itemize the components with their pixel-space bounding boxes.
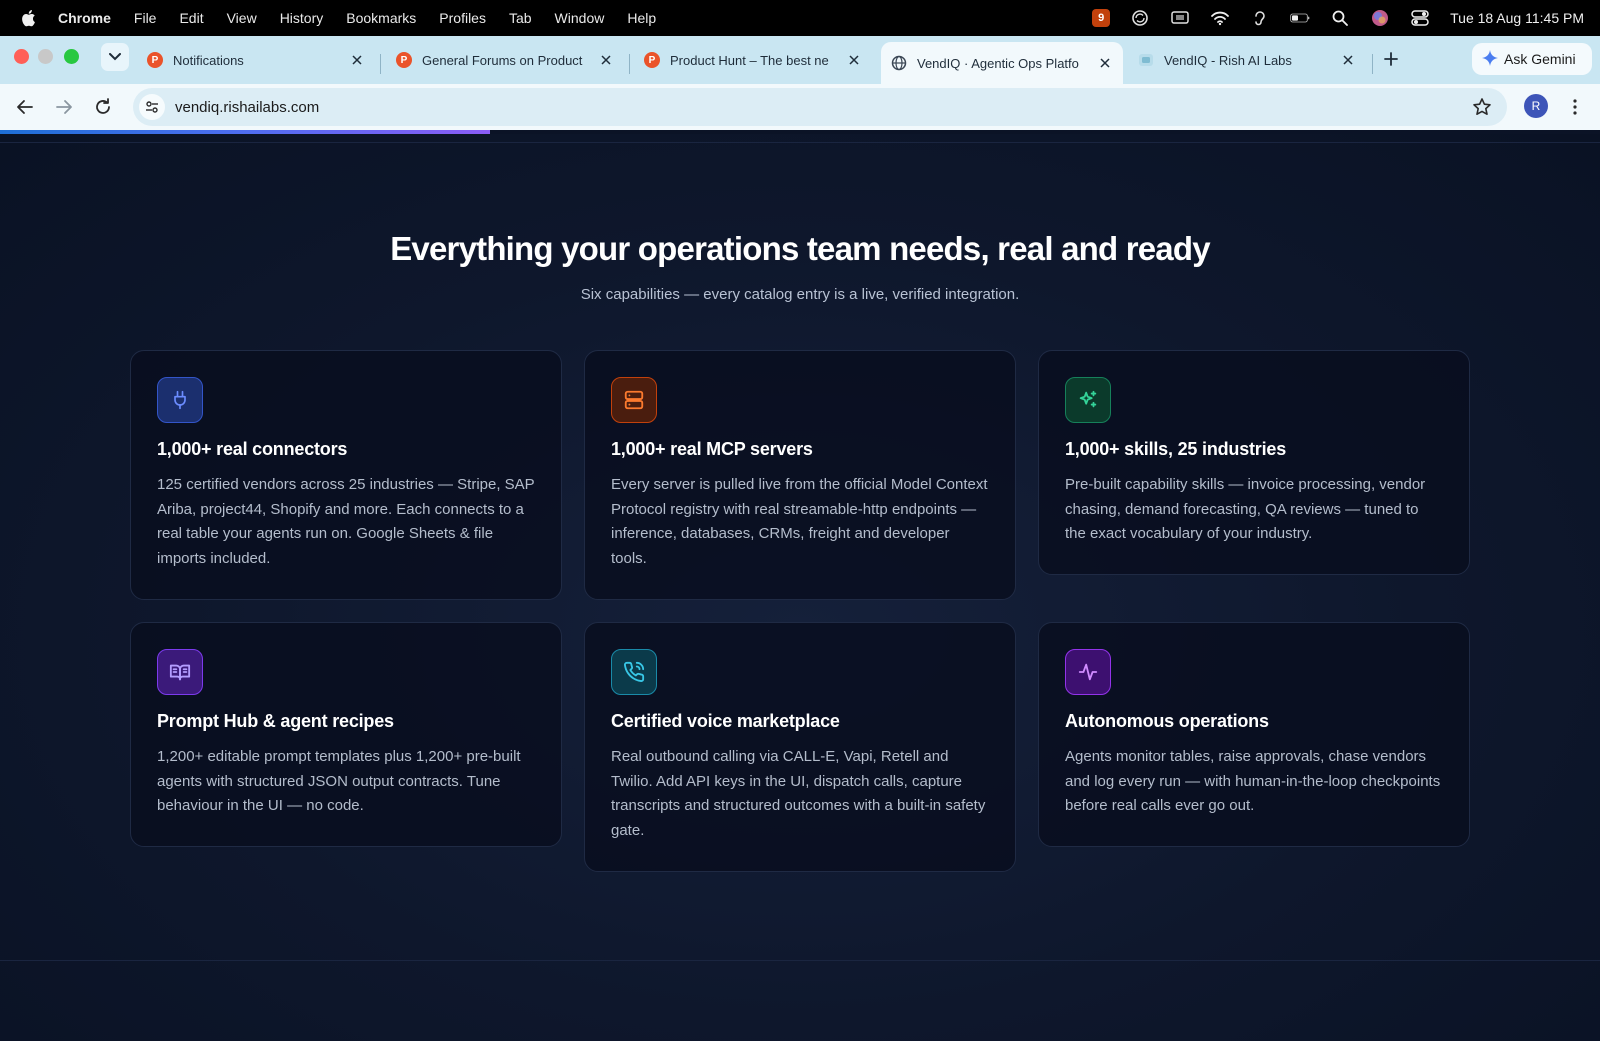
divider — [0, 960, 1600, 961]
window-minimize-button[interactable] — [38, 49, 53, 64]
feature-card-mcp-servers: 1,000+ real MCP servers Every server is … — [584, 350, 1016, 600]
ask-gemini-label: Ask Gemini — [1504, 51, 1576, 67]
battery-icon[interactable] — [1290, 8, 1310, 28]
window-close-button[interactable] — [14, 49, 29, 64]
card-title: Autonomous operations — [1065, 711, 1269, 731]
vendiq-favicon-icon — [1138, 52, 1154, 68]
wifi-icon[interactable] — [1210, 8, 1230, 28]
feature-card-connectors: 1,000+ real connectors 125 certified ven… — [130, 350, 562, 600]
sync-icon[interactable] — [1130, 8, 1150, 28]
card-description: 1,200+ editable prompt templates plus 1,… — [157, 748, 521, 815]
menu-profiles[interactable]: Profiles — [439, 10, 486, 26]
tab-title: Product Hunt – The best ne — [670, 52, 829, 68]
card-title: Certified voice marketplace — [611, 711, 840, 731]
close-icon[interactable] — [1340, 52, 1356, 68]
tab-title: VendIQ · Agentic Ops Platfo — [917, 55, 1079, 71]
menu-app-name[interactable]: Chrome — [58, 10, 111, 26]
apple-logo-icon[interactable] — [20, 8, 40, 28]
site-settings-icon[interactable] — [139, 94, 165, 120]
card-description: Agents monitor tables, raise approvals, … — [1065, 748, 1441, 815]
plug-icon — [157, 377, 203, 423]
menu-bookmarks[interactable]: Bookmarks — [346, 10, 416, 26]
tab-vendiq-active[interactable]: VendIQ · Agentic Ops Platfo — [881, 42, 1123, 84]
tab-separator — [380, 54, 381, 74]
phone-call-icon — [611, 649, 657, 695]
hearing-icon[interactable] — [1250, 8, 1270, 28]
gemini-sparkle-icon — [1482, 49, 1498, 69]
new-tab-button[interactable] — [1381, 49, 1401, 69]
server-icon — [611, 377, 657, 423]
menu-view[interactable]: View — [227, 10, 257, 26]
ask-gemini-button[interactable]: Ask Gemini — [1472, 43, 1592, 75]
activity-icon — [1065, 649, 1111, 695]
status-area: 9 Tue 18 Aug 11:45 PM — [1092, 0, 1584, 36]
notification-badge[interactable]: 9 — [1092, 9, 1111, 27]
section-subtitle: Six capabilities — every catalog entry i… — [580, 286, 1020, 303]
card-description: Pre-built capability skills — invoice pr… — [1065, 476, 1426, 543]
menu-file[interactable]: File — [134, 10, 157, 26]
card-title: 1,000+ real connectors — [157, 439, 348, 459]
menu-edit[interactable]: Edit — [179, 10, 203, 26]
url-input[interactable] — [175, 98, 1375, 116]
menu-tab[interactable]: Tab — [509, 10, 532, 26]
product-hunt-icon: P — [147, 52, 163, 68]
close-icon[interactable] — [846, 52, 862, 68]
more-menu-icon[interactable] — [1566, 95, 1584, 119]
tab-notifications[interactable]: P Notifications — [137, 42, 375, 78]
spotlight-search-icon[interactable] — [1330, 8, 1350, 28]
siri-icon[interactable] — [1370, 8, 1390, 28]
tab-separator — [629, 54, 630, 74]
section-title: Everything your operations team needs, r… — [390, 230, 1210, 267]
feature-card-skills: 1,000+ skills, 25 industries Pre-built c… — [1038, 350, 1470, 575]
card-description: Every server is pulled live from the off… — [611, 476, 988, 568]
profile-avatar[interactable]: R — [1524, 94, 1548, 118]
globe-icon — [891, 55, 907, 71]
menu-history[interactable]: History — [280, 10, 324, 26]
browser-tab-strip: P Notifications P General Forums on Prod… — [0, 36, 1600, 84]
bookmark-star-icon[interactable] — [1471, 96, 1493, 118]
close-icon[interactable] — [1097, 55, 1113, 71]
tab-general-forums[interactable]: P General Forums on Product — [386, 42, 624, 78]
sparkles-icon — [1065, 377, 1111, 423]
back-button[interactable] — [13, 95, 37, 119]
product-hunt-icon: P — [644, 52, 660, 68]
address-bar[interactable] — [133, 88, 1507, 126]
feature-card-autonomous-ops: Autonomous operations Agents monitor tab… — [1038, 622, 1470, 847]
tab-title: General Forums on Product — [422, 52, 583, 68]
window-zoom-button[interactable] — [64, 49, 79, 64]
reload-button[interactable] — [91, 95, 115, 119]
divider — [0, 142, 1600, 143]
tab-title: VendIQ - Rish AI Labs — [1164, 52, 1292, 68]
menu-window[interactable]: Window — [555, 10, 605, 26]
book-open-icon — [157, 649, 203, 695]
feature-card-voice-marketplace: Certified voice marketplace Real outboun… — [584, 622, 1016, 872]
screen-mirror-icon[interactable] — [1170, 8, 1190, 28]
tab-separator — [1372, 54, 1373, 74]
close-icon[interactable] — [598, 52, 614, 68]
tab-vendiq-rish[interactable]: VendIQ - Rish AI Labs — [1128, 42, 1366, 78]
forward-button[interactable] — [52, 95, 76, 119]
tab-search-button[interactable] — [101, 43, 129, 71]
card-title: 1,000+ real MCP servers — [611, 439, 813, 459]
feature-card-prompt-hub: Prompt Hub & agent recipes 1,200+ editab… — [130, 622, 562, 847]
browser-toolbar: R — [0, 84, 1600, 130]
macos-menu-bar: Chrome File Edit View History Bookmarks … — [0, 0, 1600, 36]
product-hunt-icon: P — [396, 52, 412, 68]
web-page-content: Everything your operations team needs, r… — [0, 134, 1600, 1041]
tab-title: Notifications — [173, 52, 244, 68]
tab-product-hunt[interactable]: P Product Hunt – The best ne — [634, 42, 872, 78]
card-title: 1,000+ skills, 25 industries — [1065, 439, 1287, 459]
card-description: 125 certified vendors across 25 industri… — [157, 476, 535, 568]
menu-help[interactable]: Help — [627, 10, 656, 26]
card-title: Prompt Hub & agent recipes — [157, 711, 394, 731]
menubar-clock[interactable]: Tue 18 Aug 11:45 PM — [1450, 10, 1584, 26]
control-center-icon[interactable] — [1410, 8, 1430, 28]
close-icon[interactable] — [349, 52, 365, 68]
card-description: Real outbound calling via CALL-E, Vapi, … — [611, 748, 986, 840]
